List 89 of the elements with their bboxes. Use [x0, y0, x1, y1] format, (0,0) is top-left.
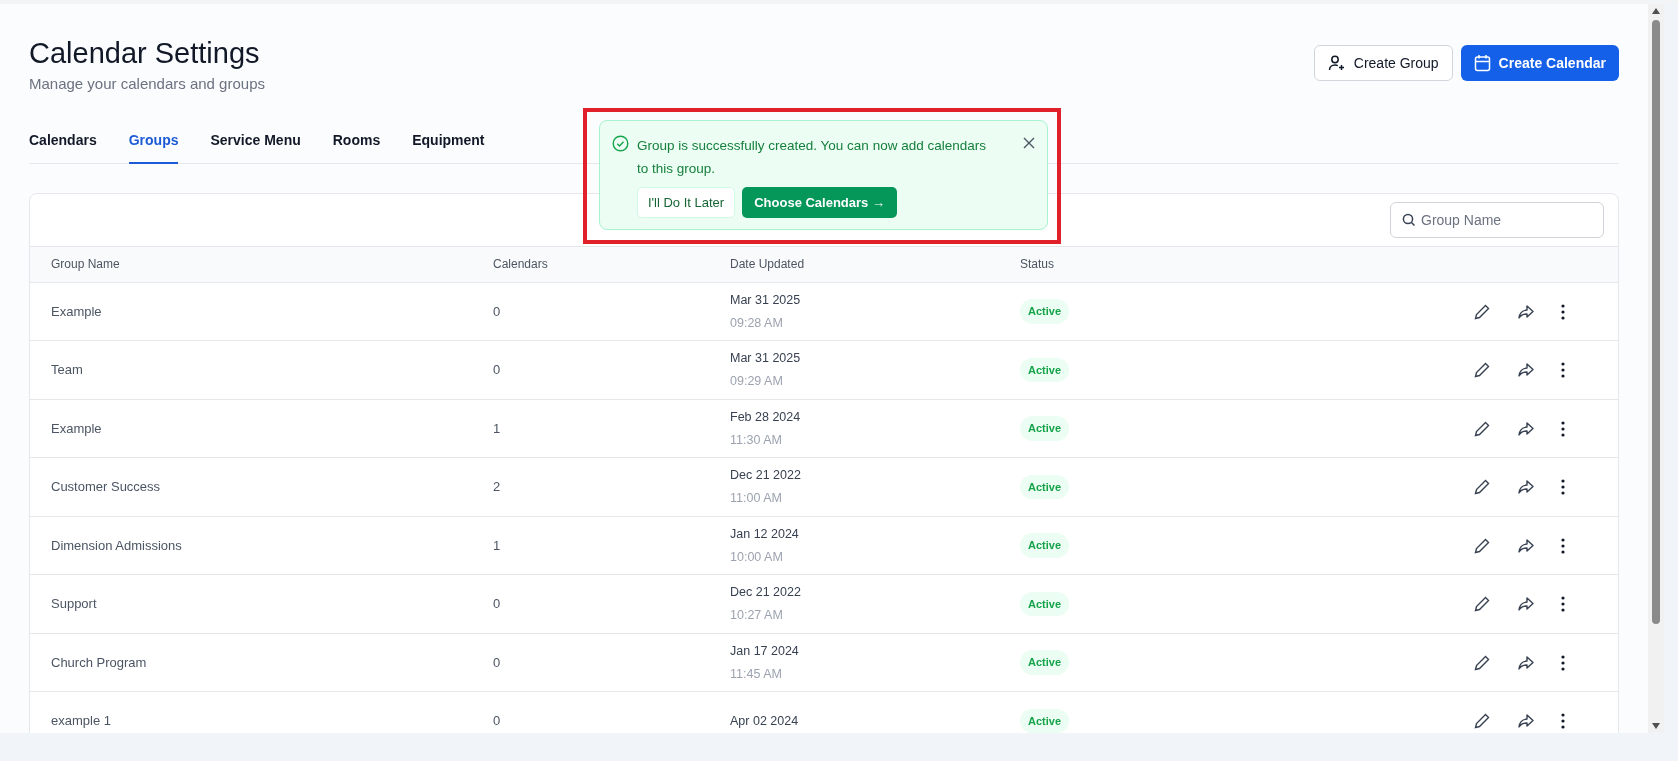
share-icon[interactable]	[1517, 478, 1535, 496]
more-icon[interactable]	[1561, 713, 1565, 729]
time-text: 09:29 AM	[730, 373, 784, 390]
status-badge: Active	[1020, 533, 1070, 558]
tab[interactable]: Service Menu	[210, 129, 301, 164]
more-icon[interactable]	[1561, 537, 1565, 554]
add-user-icon	[1327, 54, 1346, 72]
share-icon[interactable]	[1517, 302, 1535, 321]
time-text: 10:00 AM	[730, 548, 784, 566]
table-cell-text: 2	[493, 478, 502, 497]
share-icon[interactable]	[1517, 712, 1535, 730]
table-cell-text: 1	[493, 536, 502, 555]
scroll-down-icon[interactable]	[1652, 723, 1660, 729]
scroll-up-icon[interactable]	[1652, 8, 1660, 14]
pencil-icon[interactable]	[1473, 302, 1491, 321]
tab[interactable]: Rooms	[332, 129, 381, 164]
share-icon[interactable]	[1517, 536, 1535, 555]
share-icon[interactable]	[1517, 361, 1535, 379]
table-cell-text: 0	[493, 712, 502, 731]
time-text: 11:00 AM	[730, 490, 783, 507]
date-text: Mar 31 2025	[730, 350, 802, 368]
table-cell-text: Example	[51, 302, 103, 321]
create-group-button[interactable]: Create Group	[1313, 45, 1453, 81]
table-cell-text: Church Program	[51, 653, 148, 672]
date-text: Jan 17 2024	[730, 642, 800, 660]
more-icon[interactable]	[1561, 420, 1565, 437]
page-title: Calendar Settings	[29, 36, 261, 71]
share-icon[interactable]	[1517, 653, 1535, 672]
more-icon[interactable]	[1561, 596, 1565, 612]
tab[interactable]: Calendars	[29, 129, 97, 164]
date-text: Jan 12 2024	[730, 525, 800, 543]
date-text: Dec 21 2022	[730, 467, 802, 485]
calendar-icon	[1473, 54, 1491, 72]
more-icon[interactable]	[1561, 362, 1565, 378]
more-icon[interactable]	[1561, 654, 1565, 671]
column-header: Status	[1020, 256, 1056, 274]
later-button[interactable]: I'll Do It Later	[637, 187, 736, 218]
table-cell-text: 0	[493, 653, 502, 672]
check-circle-icon	[612, 135, 629, 152]
time-text: 09:28 AM	[730, 314, 784, 332]
table-cell-text: Customer Success	[51, 478, 162, 497]
share-icon[interactable]	[1517, 595, 1535, 613]
time-text: 10:27 AM	[730, 607, 784, 624]
tab[interactable]: Groups	[128, 129, 179, 164]
page-subtitle: Manage your calendars and groups	[29, 74, 265, 95]
table-cell-text: Team	[51, 361, 84, 380]
status-badge: Active	[1020, 650, 1070, 675]
status-badge: Active	[1020, 299, 1070, 324]
column-header: Calendars	[493, 256, 549, 274]
table-cell-text: 0	[493, 595, 502, 614]
create-calendar-button[interactable]: Create Calendar	[1460, 45, 1619, 81]
scrollbar[interactable]	[1648, 4, 1664, 733]
time-text: 11:30 AM	[730, 431, 783, 449]
column-header: Group Name	[51, 256, 121, 274]
date-text: Mar 31 2025	[730, 291, 802, 309]
table-cell-text: 0	[493, 302, 502, 321]
column-header: Date Updated	[730, 256, 806, 274]
search-icon	[1402, 212, 1416, 227]
scrollbar-thumb[interactable]	[1652, 20, 1660, 624]
more-icon[interactable]	[1561, 479, 1565, 495]
time-text: 11:45 AM	[730, 665, 783, 683]
share-icon[interactable]	[1517, 419, 1535, 438]
status-badge: Active	[1020, 591, 1070, 617]
date-text: Dec 21 2022	[730, 584, 802, 602]
more-icon[interactable]	[1561, 303, 1565, 320]
status-badge: Active	[1020, 708, 1070, 733]
date-text: Feb 28 2024	[730, 408, 802, 426]
status-badge: Active	[1020, 416, 1070, 441]
pencil-icon[interactable]	[1473, 419, 1491, 438]
table-cell-text: Support	[51, 595, 98, 614]
toast-message: Group is successfully created. You can now add calendars to this group.	[637, 137, 987, 178]
table-cell-text: 0	[493, 361, 502, 380]
close-icon[interactable]	[1023, 137, 1035, 149]
pencil-icon[interactable]	[1473, 361, 1491, 379]
table-cell-text: Example	[51, 419, 103, 438]
status-badge: Active	[1020, 357, 1070, 383]
tab[interactable]: Equipment	[412, 129, 485, 164]
date-text: Apr 02 2024	[730, 712, 800, 730]
search-field[interactable]: Group Name	[1390, 201, 1604, 238]
pencil-icon[interactable]	[1473, 653, 1491, 672]
choose-calendars-button[interactable]: Choose Calendars →	[742, 187, 897, 218]
pencil-icon[interactable]	[1473, 536, 1491, 555]
pencil-icon[interactable]	[1473, 712, 1491, 730]
status-badge: Active	[1020, 474, 1070, 500]
table-cell-text: 1	[493, 419, 502, 438]
table-cell-text: example 1	[51, 712, 112, 731]
pencil-icon[interactable]	[1473, 595, 1491, 613]
pencil-icon[interactable]	[1473, 478, 1491, 496]
table-cell-text: Dimension Admissions	[51, 536, 183, 555]
